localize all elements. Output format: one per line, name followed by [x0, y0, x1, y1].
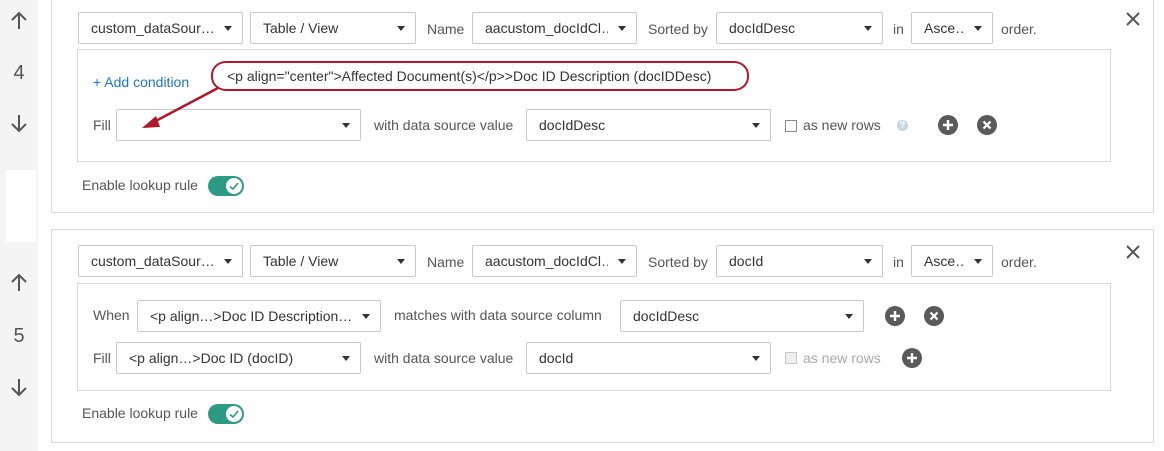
datasource-select[interactable]: custom_dataSour… — [78, 245, 243, 277]
when-label: When — [93, 307, 130, 323]
close-icon[interactable] — [1124, 10, 1142, 28]
x-circle-icon — [982, 120, 992, 130]
fill-label: Fill — [93, 350, 111, 366]
source-value: docId — [539, 350, 574, 366]
name-label: Name — [427, 254, 465, 270]
when-field-select[interactable]: <p align…>Doc ID Description… — [137, 300, 381, 332]
sorted-by-select[interactable]: docId — [716, 245, 883, 277]
chevron-down-icon — [224, 26, 232, 31]
move-up-icon[interactable] — [8, 272, 30, 294]
type-value: Table / View — [263, 20, 339, 36]
datasource-value: custom_dataSour… — [91, 253, 214, 269]
chevron-down-icon — [752, 123, 760, 128]
chevron-down-icon — [618, 26, 626, 31]
type-value: Table / View — [263, 253, 339, 269]
fill-label: Fill — [93, 117, 111, 133]
as-new-rows-checkbox[interactable] — [785, 120, 797, 132]
chevron-down-icon — [397, 259, 405, 264]
enable-lookup-label: Enable lookup rule — [82, 405, 198, 421]
datasource-value: custom_dataSour… — [91, 20, 214, 36]
annotation-callout: <p align="center">Affected Document(s)</… — [211, 61, 749, 91]
move-down-icon[interactable] — [8, 112, 30, 134]
chevron-down-icon — [864, 26, 872, 31]
enable-lookup-label: Enable lookup rule — [82, 177, 198, 193]
as-new-rows-checkbox[interactable] — [785, 352, 797, 364]
annotation-text: <p align="center">Affected Document(s)</… — [227, 68, 712, 84]
order-select[interactable]: Asce… — [911, 245, 993, 277]
x-circle-icon — [929, 311, 939, 321]
source-value: docIdDesc — [539, 117, 606, 133]
rule-number: 4 — [13, 62, 25, 84]
source-value-select[interactable]: docId — [526, 342, 771, 374]
name-select[interactable]: aacustom_docIdCl… — [472, 245, 637, 277]
fill-select[interactable]: <p align…>Doc ID (docID) — [116, 342, 361, 374]
remove-mapping-button[interactable] — [977, 115, 997, 135]
add-condition-link[interactable]: + Add condition — [93, 74, 189, 90]
enable-lookup-toggle[interactable] — [208, 404, 244, 424]
with-source-value-label: with data source value — [374, 117, 514, 133]
when-field-value: <p align…>Doc ID Description… — [150, 308, 352, 324]
sorted-by-label: Sorted by — [648, 254, 708, 270]
enable-lookup-toggle[interactable] — [208, 176, 244, 196]
order-label: order. — [1001, 21, 1037, 37]
chevron-down-icon — [342, 123, 350, 128]
add-mapping-button[interactable] — [902, 348, 922, 368]
order-value: Asce… — [924, 20, 964, 36]
fill-select[interactable] — [116, 109, 361, 141]
datasource-select[interactable]: custom_dataSour… — [78, 12, 243, 44]
source-value-select[interactable]: docIdDesc — [526, 109, 771, 141]
toggle-knob — [226, 178, 242, 194]
chevron-down-icon — [845, 314, 853, 319]
chevron-down-icon — [974, 26, 982, 31]
plus-circle-icon — [907, 353, 917, 363]
type-select[interactable]: Table / View — [250, 12, 416, 44]
type-select[interactable]: Table / View — [250, 245, 416, 277]
chevron-down-icon — [618, 259, 626, 264]
in-label: in — [893, 254, 904, 270]
in-label: in — [893, 21, 904, 37]
sorted-by-value: docId — [729, 253, 764, 269]
move-down-icon[interactable] — [8, 376, 30, 398]
help-icon[interactable]: ? — [897, 120, 908, 131]
sorted-by-value: docIdDesc — [729, 20, 796, 36]
add-mapping-button[interactable] — [938, 115, 958, 135]
fill-value: <p align…>Doc ID (docID) — [129, 350, 294, 366]
sorted-by-select[interactable]: docIdDesc — [716, 12, 883, 44]
as-new-rows-label: as new rows — [803, 350, 881, 366]
sorted-by-label: Sorted by — [648, 21, 708, 37]
chevron-down-icon — [974, 259, 982, 264]
name-value: aacustom_docIdCl… — [485, 20, 608, 36]
order-value: Asce… — [924, 253, 964, 269]
matches-column-label: matches with data source column — [394, 307, 602, 323]
order-select[interactable]: Asce… — [911, 12, 993, 44]
rule-gap — [6, 170, 36, 242]
match-column-select[interactable]: docIdDesc — [620, 300, 864, 332]
check-icon — [229, 182, 239, 191]
remove-condition-button[interactable] — [924, 306, 944, 326]
check-icon — [229, 410, 239, 419]
plus-circle-icon — [943, 120, 953, 130]
match-column-value: docIdDesc — [633, 308, 700, 324]
chevron-down-icon — [397, 26, 405, 31]
name-select[interactable]: aacustom_docIdCl… — [472, 12, 637, 44]
with-source-value-label: with data source value — [374, 350, 514, 366]
order-label: order. — [1001, 254, 1037, 270]
rule-number: 5 — [13, 325, 25, 347]
chevron-down-icon — [362, 314, 370, 319]
plus-circle-icon — [890, 311, 900, 321]
toggle-knob — [226, 406, 242, 422]
chevron-down-icon — [864, 259, 872, 264]
add-condition-button[interactable] — [885, 306, 905, 326]
close-icon[interactable] — [1124, 243, 1142, 261]
move-up-icon[interactable] — [8, 10, 30, 32]
chevron-down-icon — [224, 259, 232, 264]
as-new-rows-label: as new rows — [803, 117, 881, 133]
name-label: Name — [427, 21, 465, 37]
chevron-down-icon — [752, 356, 760, 361]
chevron-down-icon — [342, 356, 350, 361]
name-value: aacustom_docIdCl… — [485, 253, 608, 269]
